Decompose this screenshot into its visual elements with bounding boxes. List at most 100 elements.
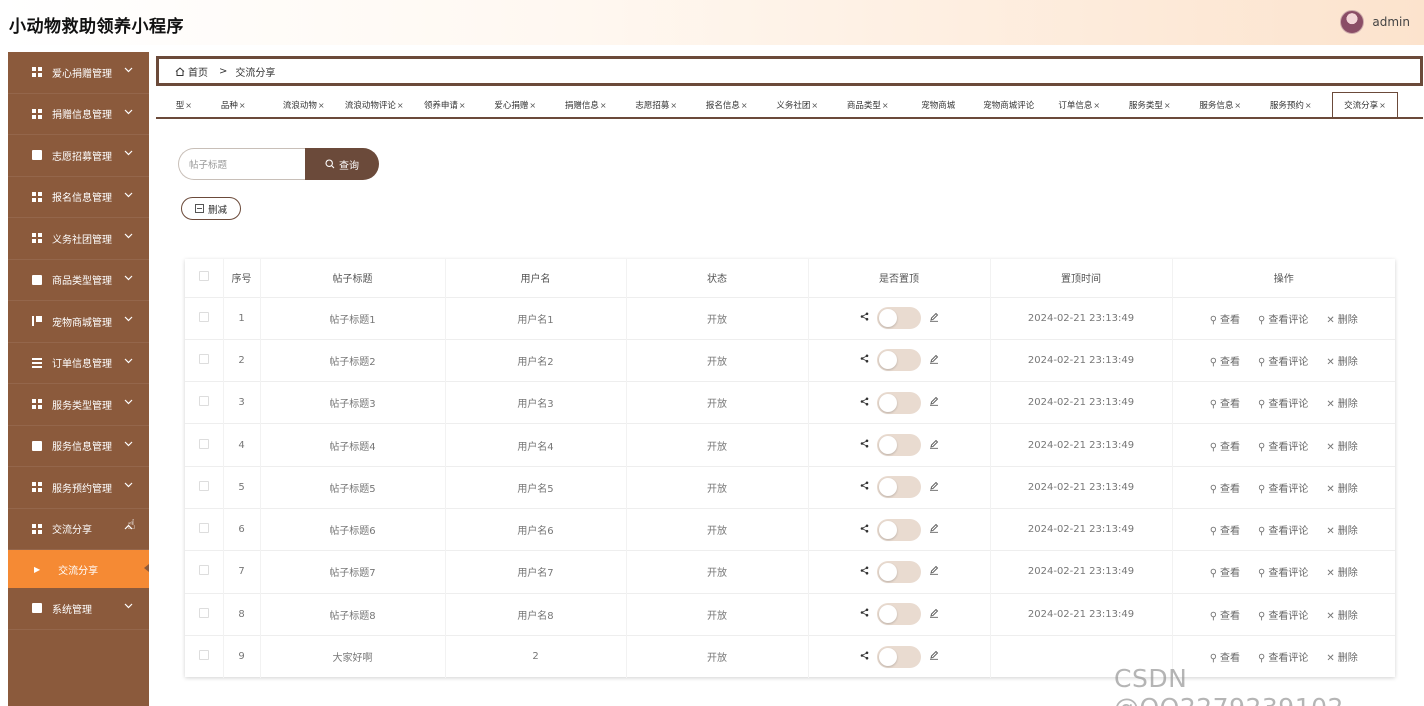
user-menu[interactable]: admin (1340, 10, 1410, 34)
close-icon[interactable]: × (811, 101, 818, 110)
tab-17[interactable]: 交流分享 × (1332, 92, 1398, 117)
avatar[interactable] (1340, 10, 1365, 34)
view-comments-button[interactable]: ⚲ 查看评论 (1258, 522, 1308, 537)
share-icon[interactable] (860, 524, 869, 536)
sidebar-subitem-active[interactable]: ▶ 交流分享 (8, 550, 149, 588)
sidebar-item-9[interactable]: 服务信息管理 (8, 426, 149, 467)
tab-2[interactable]: 流浪动物 × (269, 93, 340, 117)
close-icon[interactable]: × (318, 101, 325, 110)
close-icon[interactable]: × (1379, 101, 1386, 110)
tab-12[interactable]: 宠物商城评论 (974, 93, 1045, 117)
view-button[interactable]: ⚲ 查看 (1210, 480, 1240, 495)
share-icon[interactable] (860, 312, 869, 324)
view-comments-button[interactable]: ⚲ 查看评论 (1258, 395, 1308, 410)
share-icon[interactable] (860, 439, 869, 451)
edit-icon[interactable] (929, 650, 939, 663)
edit-icon[interactable] (929, 565, 939, 578)
sidebar-item-2[interactable]: 志愿招募管理 (8, 135, 149, 177)
tab-0[interactable]: 型 × (156, 93, 198, 117)
tab-15[interactable]: 服务信息 × (1185, 93, 1256, 117)
close-icon[interactable]: × (185, 101, 192, 110)
close-icon[interactable]: × (459, 101, 466, 110)
view-button[interactable]: ⚲ 查看 (1210, 522, 1240, 537)
pin-toggle[interactable] (876, 391, 921, 414)
sidebar-item-7[interactable]: 订单信息管理 (8, 343, 149, 384)
close-icon[interactable]: × (1305, 101, 1312, 110)
row-checkbox[interactable] (198, 565, 209, 576)
close-icon[interactable]: × (239, 101, 246, 110)
row-checkbox[interactable] (198, 607, 209, 618)
row-checkbox[interactable] (198, 438, 209, 449)
edit-icon[interactable] (929, 439, 939, 452)
row-checkbox[interactable] (198, 480, 209, 491)
share-icon[interactable] (860, 566, 869, 578)
search-input[interactable]: 帖子标题 (178, 148, 305, 180)
pin-toggle[interactable] (876, 307, 921, 330)
pin-toggle[interactable] (876, 603, 921, 626)
user-name[interactable]: admin (1372, 15, 1410, 29)
view-button[interactable]: ⚲ 查看 (1210, 607, 1240, 622)
tab-14[interactable]: 服务类型 × (1115, 93, 1186, 117)
search-button[interactable]: 查询 (305, 148, 379, 180)
tab-13[interactable]: 订单信息 × (1044, 93, 1115, 117)
edit-icon[interactable] (929, 396, 939, 409)
tab-16[interactable]: 服务预约 × (1256, 93, 1327, 117)
edit-icon[interactable] (929, 481, 939, 494)
close-icon[interactable]: × (1164, 101, 1171, 110)
delete-button[interactable]: ✕ 删除 (1326, 607, 1357, 622)
view-button[interactable]: ⚲ 查看 (1210, 438, 1240, 453)
delete-button[interactable]: ✕ 删除 (1326, 649, 1357, 664)
delete-button[interactable]: ✕ 删除 (1326, 480, 1357, 495)
sidebar-item-10[interactable]: 服务预约管理 (8, 467, 149, 509)
close-icon[interactable]: × (882, 101, 889, 110)
view-comments-button[interactable]: ⚲ 查看评论 (1258, 438, 1308, 453)
sidebar-item-8[interactable]: 服务类型管理 (8, 384, 149, 426)
tab-3[interactable]: 流浪动物评论 × (339, 93, 410, 117)
home-icon[interactable] (175, 66, 185, 76)
view-comments-button[interactable]: ⚲ 查看评论 (1258, 607, 1308, 622)
tab-4[interactable]: 领养申请 × (410, 93, 481, 117)
view-comments-button[interactable]: ⚲ 查看评论 (1258, 649, 1308, 664)
view-button[interactable]: ⚲ 查看 (1210, 564, 1240, 579)
view-comments-button[interactable]: ⚲ 查看评论 (1258, 480, 1308, 495)
share-icon[interactable] (860, 608, 869, 620)
view-comments-button[interactable]: ⚲ 查看评论 (1258, 311, 1308, 326)
delete-button[interactable]: ✕ 删除 (1326, 522, 1357, 537)
edit-icon[interactable] (929, 608, 939, 621)
tab-11[interactable]: 宠物商城 (903, 93, 974, 117)
pin-toggle[interactable] (876, 560, 921, 583)
edit-icon[interactable] (929, 312, 939, 325)
breadcrumb-home[interactable]: 首页 (188, 64, 208, 79)
pin-toggle[interactable] (876, 349, 921, 372)
close-icon[interactable]: × (670, 101, 677, 110)
view-comments-button[interactable]: ⚲ 查看评论 (1258, 564, 1308, 579)
tab-7[interactable]: 志愿招募 × (621, 93, 692, 117)
pin-toggle[interactable] (876, 434, 921, 457)
close-icon[interactable]: × (1093, 101, 1100, 110)
delete-button[interactable]: ✕ 删除 (1326, 438, 1357, 453)
view-button[interactable]: ⚲ 查看 (1210, 649, 1240, 664)
row-checkbox[interactable] (198, 353, 209, 364)
share-icon[interactable] (860, 354, 869, 366)
close-icon[interactable]: × (600, 101, 607, 110)
tab-6[interactable]: 捐赠信息 × (551, 93, 622, 117)
pin-toggle[interactable] (876, 645, 921, 668)
share-icon[interactable] (860, 397, 869, 409)
pin-toggle[interactable] (876, 518, 921, 541)
pin-toggle[interactable] (876, 476, 921, 499)
batch-delete-button[interactable]: 删减 (181, 197, 241, 220)
row-checkbox[interactable] (198, 311, 209, 322)
delete-button[interactable]: ✕ 删除 (1326, 353, 1357, 368)
row-checkbox[interactable] (198, 396, 209, 407)
delete-button[interactable]: ✕ 删除 (1326, 311, 1357, 326)
select-all-checkbox[interactable] (198, 271, 209, 282)
sidebar-item-1[interactable]: 捐赠信息管理 (8, 94, 149, 135)
sidebar-item-12[interactable]: 系统管理 (8, 588, 149, 630)
sidebar-item-3[interactable]: 报名信息管理 (8, 177, 149, 218)
share-icon[interactable] (860, 481, 869, 493)
share-icon[interactable] (860, 651, 869, 663)
tab-5[interactable]: 爱心捐赠 × (480, 93, 551, 117)
row-checkbox[interactable] (198, 523, 209, 534)
tab-8[interactable]: 报名信息 × (692, 93, 763, 117)
view-comments-button[interactable]: ⚲ 查看评论 (1258, 353, 1308, 368)
